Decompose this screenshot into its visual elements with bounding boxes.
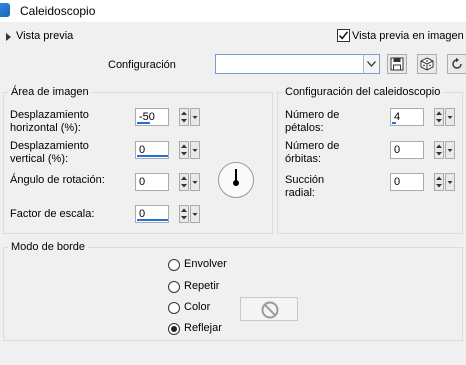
dropdown-arrow-icon[interactable] [190, 108, 200, 126]
reset-button[interactable] [447, 54, 466, 74]
radio-repeat-label[interactable]: Repetir [184, 280, 219, 292]
spin-arrows-icon[interactable] [434, 141, 444, 159]
chevron-down-icon[interactable] [363, 55, 379, 73]
vertical-offset-slider[interactable] [137, 155, 168, 157]
horizontal-offset-label-line2: horizontal (%): [10, 122, 81, 134]
rotation-angle-value: 0 [139, 176, 146, 188]
vertical-offset-label-line2: vertical (%): [10, 153, 69, 165]
rotation-dial[interactable] [218, 162, 254, 198]
radio-color[interactable] [168, 302, 180, 314]
border-mode-group [3, 247, 463, 341]
dropdown-arrow-icon[interactable] [445, 173, 455, 191]
petals-input[interactable]: 4 [390, 108, 424, 126]
randomize-button[interactable] [417, 54, 437, 74]
spin-arrows-icon[interactable] [179, 108, 189, 126]
orbits-label-line2: órbitas: [285, 153, 322, 165]
radio-color-label[interactable]: Color [184, 301, 210, 313]
scale-factor-input[interactable]: 0 [135, 205, 169, 223]
vertical-offset-spinner[interactable] [179, 141, 201, 159]
orbits-label-line1: Número de [285, 140, 340, 152]
config-dropdown[interactable] [215, 54, 380, 74]
petals-label-line2: pétalos: [285, 122, 324, 134]
horizontal-offset-slider[interactable] [137, 122, 150, 124]
radio-selected-dot [171, 326, 177, 332]
petals-label-line1: Número de [285, 109, 340, 121]
suction-input[interactable]: 0 [390, 173, 424, 191]
suction-label-line1: Succión [285, 174, 325, 186]
horizontal-offset-input[interactable]: -50 [135, 108, 169, 126]
dropdown-arrow-icon[interactable] [190, 173, 200, 191]
radio-wrap-label[interactable]: Envolver [184, 258, 227, 270]
orbits-spinner[interactable] [434, 141, 456, 159]
rotation-angle-input[interactable]: 0 [135, 173, 169, 191]
dial-knob [233, 180, 239, 186]
expand-arrow-icon[interactable] [6, 33, 11, 41]
horizontal-offset-spinner[interactable] [179, 108, 201, 126]
image-area-title: Área de imagen [8, 86, 92, 98]
spin-arrows-icon[interactable] [434, 108, 444, 126]
random-dice-icon [420, 57, 434, 71]
orbits-input[interactable]: 0 [390, 141, 424, 159]
orbits-value: 0 [394, 144, 401, 156]
suction-label-line2: radial: [285, 187, 315, 199]
vertical-offset-label-line1: Desplazamiento [10, 140, 89, 152]
preview-in-image-label: Vista previa en imagen [352, 30, 464, 42]
preview-toggle[interactable]: Vista previa [16, 30, 73, 42]
radio-repeat[interactable] [168, 281, 180, 293]
config-label: Configuración [108, 59, 176, 71]
kaleidoscope-config-title: Configuración del caleidoscopio [282, 86, 444, 98]
save-icon [390, 57, 404, 71]
dropdown-arrow-icon[interactable] [190, 205, 200, 223]
checkmark-icon [338, 31, 349, 40]
spin-arrows-icon[interactable] [434, 173, 444, 191]
rotation-angle-spinner[interactable] [179, 173, 201, 191]
scale-factor-slider[interactable] [137, 219, 168, 221]
radio-reflect-label[interactable]: Reflejar [184, 322, 222, 334]
spin-arrows-icon[interactable] [179, 205, 189, 223]
vertical-offset-input[interactable]: 0 [135, 141, 169, 159]
spin-arrows-icon[interactable] [179, 141, 189, 159]
title-bar: Caleidoscopio [0, 0, 466, 22]
petals-spinner[interactable] [434, 108, 456, 126]
app-icon [0, 3, 10, 17]
rotation-angle-label: Ángulo de rotación: [10, 174, 105, 186]
radio-reflect[interactable] [168, 323, 180, 335]
scale-factor-spinner[interactable] [179, 205, 201, 223]
preview-in-image-checkbox[interactable] [337, 29, 350, 42]
window-title: Caleidoscopio [20, 4, 96, 18]
dropdown-arrow-icon[interactable] [445, 108, 455, 126]
horizontal-offset-label-line1: Desplazamiento [10, 109, 89, 121]
radio-wrap[interactable] [168, 259, 180, 271]
dropdown-arrow-icon[interactable] [445, 141, 455, 159]
dropdown-arrow-icon[interactable] [190, 141, 200, 159]
reset-icon [452, 57, 462, 69]
disabled-icon [261, 301, 279, 319]
border-mode-title: Modo de borde [8, 241, 88, 253]
border-color-swatch[interactable] [240, 297, 298, 321]
scale-factor-label: Factor de escala: [10, 208, 95, 220]
suction-spinner[interactable] [434, 173, 456, 191]
spin-arrows-icon[interactable] [179, 173, 189, 191]
petals-slider[interactable] [392, 122, 396, 124]
save-preset-button[interactable] [387, 54, 407, 74]
suction-value: 0 [394, 176, 401, 188]
